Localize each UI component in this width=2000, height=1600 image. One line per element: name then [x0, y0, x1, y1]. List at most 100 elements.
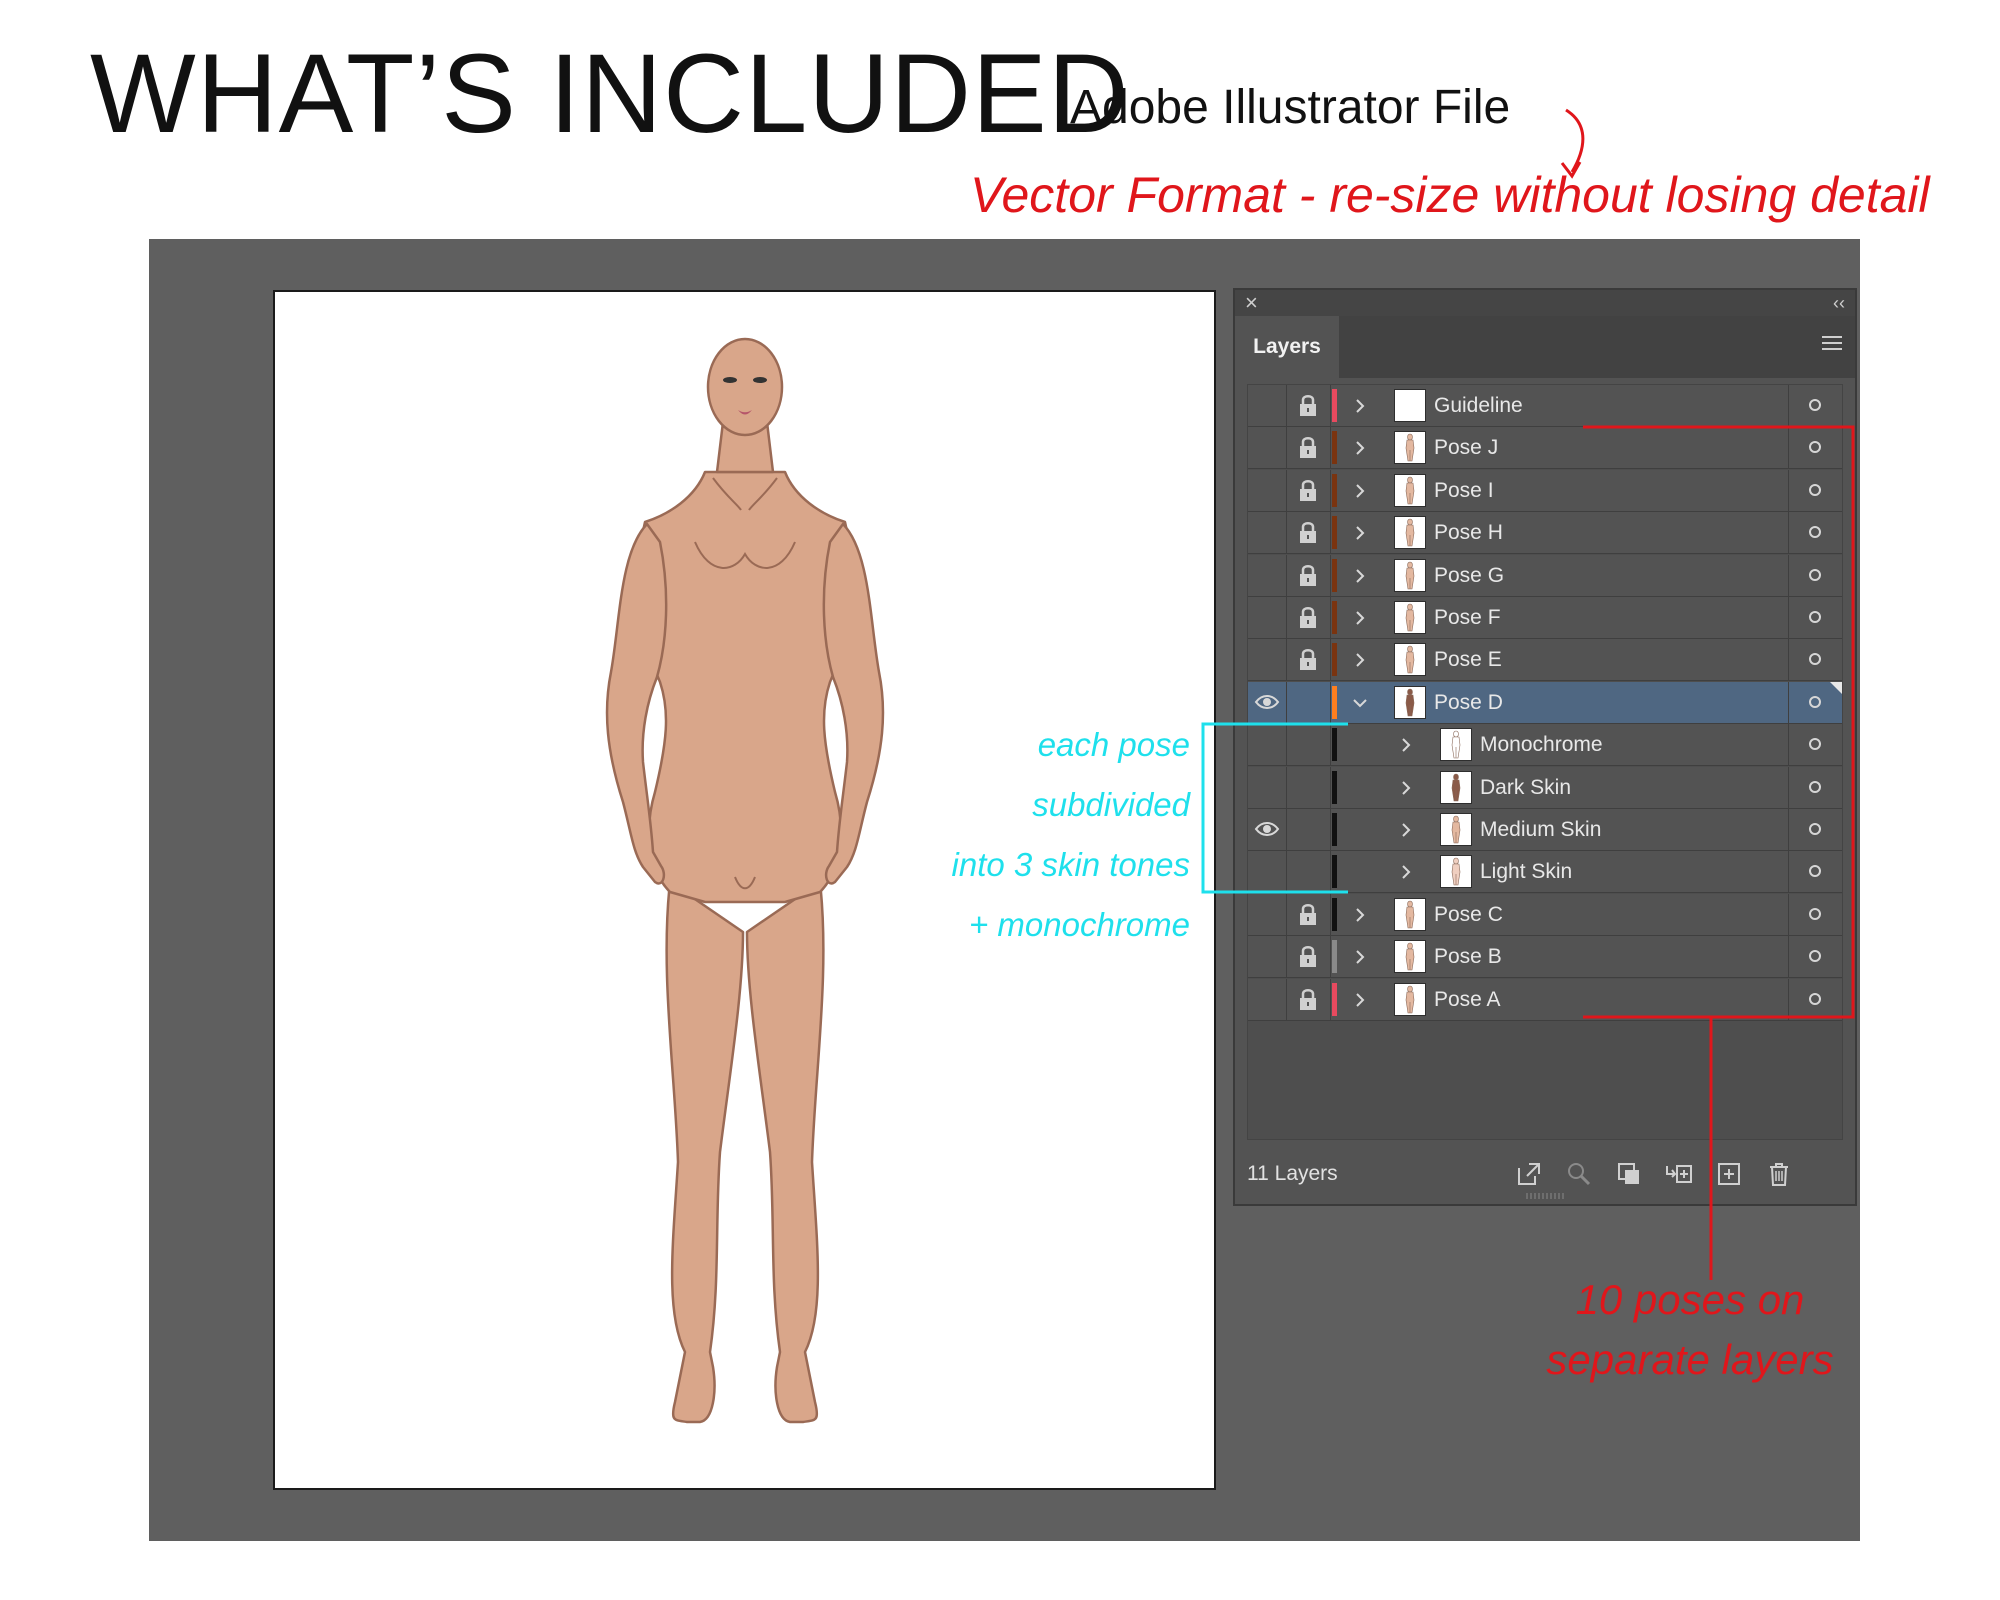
- close-icon[interactable]: ×: [1245, 290, 1258, 316]
- lock-icon[interactable]: [1286, 555, 1330, 596]
- layer-name[interactable]: Light Skin: [1480, 851, 1572, 892]
- visibility-toggle[interactable]: [1248, 893, 1287, 935]
- eye-icon[interactable]: [1248, 682, 1286, 723]
- make-clipping-mask-icon[interactable]: [1615, 1160, 1643, 1188]
- target-toggle[interactable]: [1788, 724, 1843, 766]
- target-toggle[interactable]: [1788, 427, 1843, 469]
- lock-icon[interactable]: [1286, 936, 1330, 977]
- target-toggle[interactable]: [1788, 978, 1843, 1020]
- lock-toggle[interactable]: [1286, 893, 1331, 935]
- visibility-toggle[interactable]: [1248, 681, 1287, 723]
- visibility-toggle[interactable]: [1248, 427, 1287, 469]
- target-toggle[interactable]: [1788, 809, 1843, 850]
- lock-icon[interactable]: [1286, 385, 1330, 426]
- layer-row[interactable]: Pose H: [1248, 512, 1843, 555]
- layer-row[interactable]: Pose B: [1248, 936, 1843, 979]
- target-circle-icon[interactable]: [1809, 653, 1821, 666]
- layer-name[interactable]: Pose C: [1434, 894, 1503, 935]
- new-layer-icon[interactable]: [1715, 1160, 1743, 1188]
- lock-toggle[interactable]: [1286, 469, 1331, 511]
- chevron-right-icon[interactable]: [1398, 864, 1414, 880]
- panel-menu-icon[interactable]: [1821, 332, 1843, 354]
- target-circle-icon[interactable]: [1809, 611, 1821, 623]
- target-toggle[interactable]: [1788, 766, 1843, 808]
- visibility-toggle[interactable]: [1248, 639, 1287, 681]
- layer-name[interactable]: Dark Skin: [1480, 767, 1571, 808]
- lock-icon[interactable]: [1286, 639, 1330, 680]
- visibility-toggle[interactable]: [1248, 512, 1287, 554]
- chevron-right-icon[interactable]: [1352, 610, 1368, 626]
- resize-grip-icon[interactable]: [1525, 1192, 1565, 1200]
- layer-name[interactable]: Medium Skin: [1480, 809, 1601, 850]
- lock-toggle[interactable]: [1286, 681, 1331, 723]
- layer-row[interactable]: Light Skin: [1248, 851, 1843, 894]
- target-toggle[interactable]: [1788, 512, 1843, 554]
- lock-toggle[interactable]: [1286, 385, 1331, 426]
- chevron-right-icon[interactable]: [1398, 822, 1414, 838]
- target-circle-icon[interactable]: [1809, 568, 1821, 581]
- lock-icon[interactable]: [1286, 597, 1330, 638]
- target-circle-icon[interactable]: [1809, 399, 1821, 411]
- layer-name[interactable]: Pose A: [1434, 979, 1501, 1020]
- chevron-right-icon[interactable]: [1398, 737, 1414, 753]
- target-toggle[interactable]: [1788, 554, 1843, 596]
- lock-toggle[interactable]: [1286, 512, 1331, 554]
- chevron-right-icon[interactable]: [1352, 992, 1368, 1008]
- layer-name[interactable]: Guideline: [1434, 385, 1523, 426]
- lock-toggle[interactable]: [1286, 427, 1331, 469]
- target-circle-icon[interactable]: [1809, 441, 1821, 454]
- chevron-right-icon[interactable]: [1352, 907, 1368, 923]
- eye-icon[interactable]: [1248, 809, 1286, 850]
- chevron-right-icon[interactable]: [1352, 568, 1368, 584]
- lock-toggle[interactable]: [1286, 597, 1331, 638]
- visibility-toggle[interactable]: [1248, 978, 1287, 1020]
- layer-name[interactable]: Pose J: [1434, 427, 1498, 468]
- layer-name[interactable]: Pose D: [1434, 682, 1503, 723]
- lock-icon[interactable]: [1286, 979, 1330, 1020]
- layer-row[interactable]: Pose D: [1248, 681, 1842, 724]
- layer-row[interactable]: Guideline: [1248, 385, 1842, 427]
- lock-toggle[interactable]: [1286, 554, 1331, 596]
- visibility-toggle[interactable]: [1248, 385, 1287, 426]
- layer-name[interactable]: Pose G: [1434, 555, 1504, 596]
- target-circle-icon[interactable]: [1809, 865, 1821, 878]
- target-circle-icon[interactable]: [1809, 483, 1821, 496]
- target-toggle[interactable]: [1788, 893, 1843, 935]
- target-circle-icon[interactable]: [1809, 526, 1821, 539]
- visibility-toggle[interactable]: [1248, 851, 1287, 893]
- visibility-toggle[interactable]: [1248, 766, 1287, 808]
- layer-row[interactable]: Pose I: [1248, 469, 1843, 512]
- visibility-toggle[interactable]: [1248, 597, 1287, 638]
- layer-name[interactable]: Monochrome: [1480, 724, 1603, 765]
- target-toggle[interactable]: [1788, 469, 1843, 511]
- target-toggle[interactable]: [1788, 851, 1843, 893]
- layer-row[interactable]: Pose C: [1248, 893, 1843, 936]
- visibility-toggle[interactable]: [1248, 809, 1287, 850]
- lock-toggle[interactable]: [1286, 978, 1331, 1020]
- export-icon[interactable]: [1515, 1160, 1543, 1188]
- lock-icon[interactable]: [1286, 894, 1330, 935]
- target-toggle[interactable]: [1788, 936, 1843, 978]
- layer-row[interactable]: Dark Skin: [1248, 766, 1843, 809]
- layer-row[interactable]: Pose G: [1248, 554, 1843, 597]
- lock-toggle[interactable]: [1286, 851, 1331, 893]
- locate-object-icon[interactable]: [1565, 1160, 1593, 1188]
- chevron-right-icon[interactable]: [1352, 949, 1368, 965]
- target-circle-icon[interactable]: [1809, 823, 1821, 835]
- lock-icon[interactable]: [1286, 512, 1330, 553]
- visibility-toggle[interactable]: [1248, 724, 1287, 766]
- target-circle-icon[interactable]: [1809, 695, 1821, 708]
- visibility-toggle[interactable]: [1248, 936, 1287, 978]
- lock-icon[interactable]: [1286, 427, 1330, 468]
- layer-row[interactable]: Pose J: [1248, 427, 1843, 470]
- chevron-right-icon[interactable]: [1352, 652, 1368, 668]
- target-circle-icon[interactable]: [1809, 907, 1821, 920]
- target-toggle[interactable]: [1788, 639, 1843, 681]
- layer-row[interactable]: Pose F: [1248, 597, 1842, 639]
- visibility-toggle[interactable]: [1248, 469, 1287, 511]
- target-toggle[interactable]: [1788, 385, 1843, 426]
- visibility-toggle[interactable]: [1248, 554, 1287, 596]
- lock-icon[interactable]: [1286, 470, 1330, 511]
- chevron-right-icon[interactable]: [1398, 780, 1414, 796]
- lock-toggle[interactable]: [1286, 936, 1331, 978]
